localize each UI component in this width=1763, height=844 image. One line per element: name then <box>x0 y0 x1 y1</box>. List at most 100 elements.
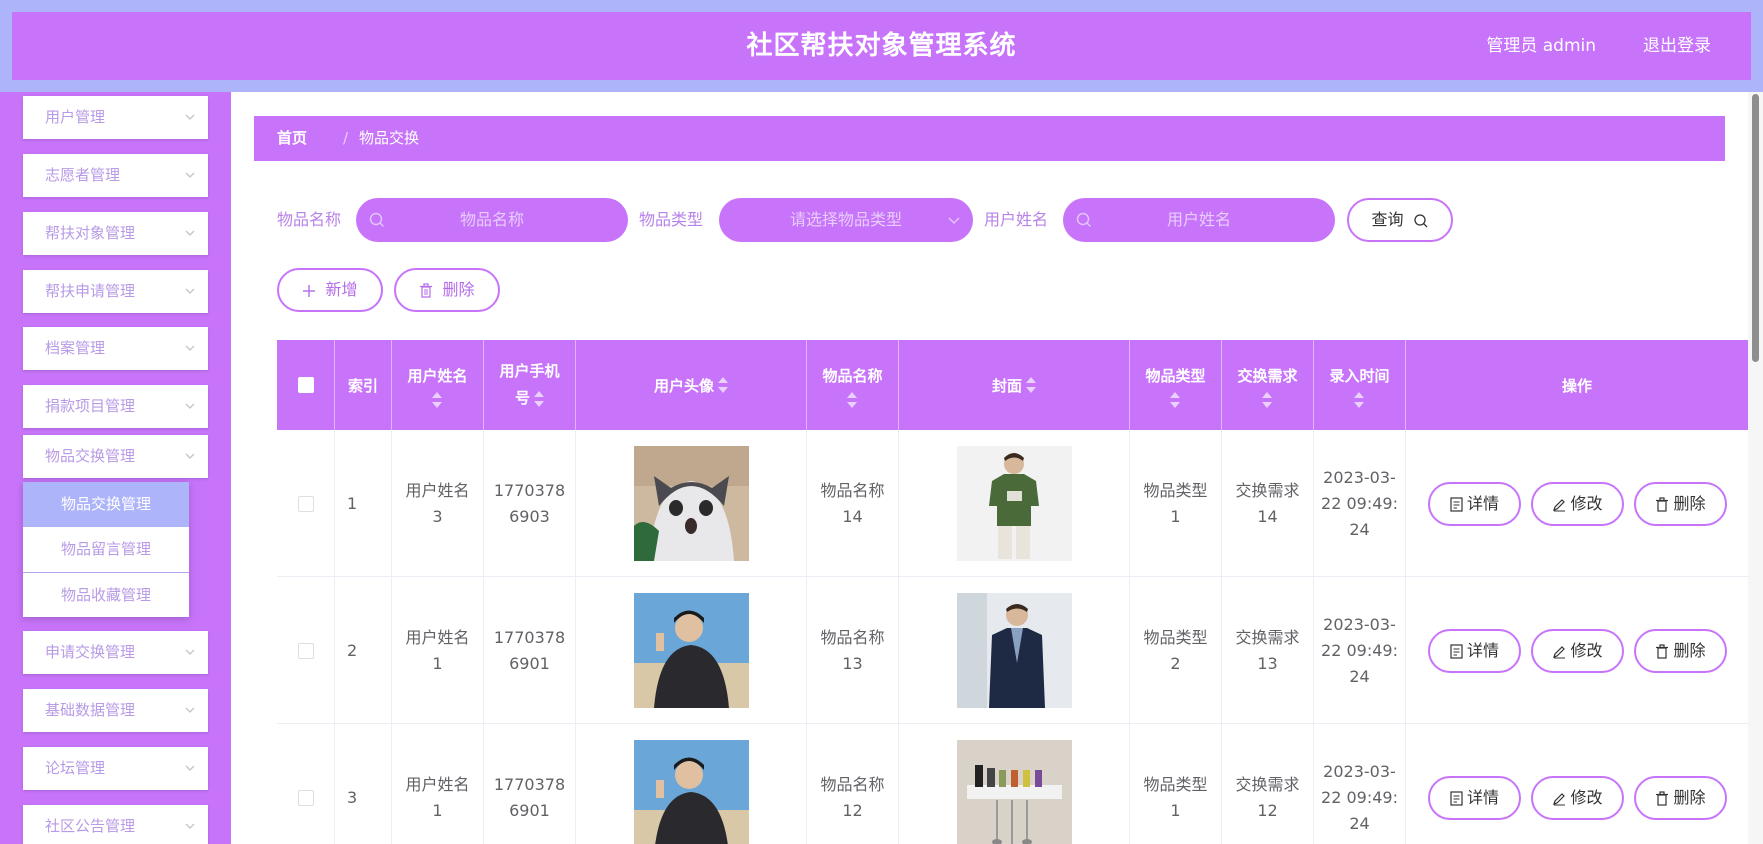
sort-icon[interactable] <box>1170 391 1181 408</box>
sort-icon[interactable] <box>432 391 443 408</box>
cover-cell <box>899 724 1130 844</box>
header-item-type[interactable]: 物品类型 <box>1130 340 1222 430</box>
header-actions-label: 操作 <box>1561 376 1592 395</box>
avatar-cat-image[interactable] <box>633 446 749 561</box>
item-name-input[interactable]: 物品名称 <box>356 198 628 242</box>
header-username[interactable]: 用户姓名 <box>392 340 484 430</box>
edit-icon <box>1553 645 1566 658</box>
avatar-man-image[interactable] <box>633 740 749 844</box>
exchange-cell: 交换需求 12 <box>1222 724 1314 844</box>
item-name-b: 13 <box>842 653 863 673</box>
detail-label: 详情 <box>1466 641 1499 660</box>
user-name-label: 用户姓名 <box>984 210 1049 229</box>
item-name-b: 12 <box>842 800 863 820</box>
edit-button[interactable]: 修改 <box>1531 482 1624 526</box>
sidebar-item-aid-targets[interactable]: 帮扶对象管理 <box>23 212 208 255</box>
cover-rack-image[interactable] <box>956 740 1072 844</box>
cover-tshirt-image[interactable] <box>956 446 1072 561</box>
scrollbar-thumb[interactable] <box>1752 94 1759 362</box>
detail-button[interactable]: 详情 <box>1428 482 1521 526</box>
user-name-placeholder: 用户姓名 <box>1166 210 1231 229</box>
header-phone[interactable]: 用户手机号 <box>484 340 576 430</box>
sidebar-item-announcements[interactable]: 社区公告管理 <box>23 805 208 844</box>
row-delete-button[interactable]: 删除 <box>1634 482 1727 526</box>
detail-button[interactable]: 详情 <box>1428 776 1521 820</box>
sidebar-item-users[interactable]: 用户管理 <box>23 96 208 139</box>
phone-cell: 1770378 6901 <box>484 724 576 844</box>
header-avatar-label: 用户头像 <box>653 376 714 395</box>
sidebar-item-exchange-requests[interactable]: 申请交换管理 <box>23 631 208 674</box>
document-icon <box>1450 791 1463 806</box>
sidebar-item-item-exchange[interactable]: 物品交换管理 <box>23 435 208 478</box>
chevron-down-icon <box>185 823 195 829</box>
exchange-a: 交换需求 <box>1235 627 1300 647</box>
header-time[interactable]: 录入时间 <box>1314 340 1406 430</box>
sort-icon[interactable] <box>1026 377 1036 393</box>
search-filters: 物品名称 物品名称 物品类型 请选择物品类型 用户姓名 用户姓名 查询 <box>231 197 1748 243</box>
header-cover[interactable]: 封面 <box>899 340 1130 430</box>
header-exchange[interactable]: 交换需求 <box>1222 340 1314 430</box>
sort-icon[interactable] <box>534 390 544 407</box>
index-cell: 1 <box>335 430 392 577</box>
row-checkbox[interactable] <box>297 789 314 806</box>
edit-button[interactable]: 修改 <box>1531 776 1624 820</box>
sidebar-item-aid-requests[interactable]: 帮扶申请管理 <box>23 270 208 313</box>
sort-icon[interactable] <box>847 391 858 408</box>
item-type-b: 2 <box>1170 653 1181 673</box>
user-name-input[interactable]: 用户姓名 <box>1063 198 1335 242</box>
header-frame: 社区帮扶对象管理系统 管理员 admin 退出登录 <box>0 0 1763 92</box>
chevron-down-icon <box>185 765 195 771</box>
item-type-a: 物品类型 <box>1143 627 1208 647</box>
detail-button[interactable]: 详情 <box>1428 629 1521 673</box>
time-b: 22 09:49: <box>1321 640 1398 660</box>
exchange-cell: 交换需求 14 <box>1222 430 1314 577</box>
header-avatar[interactable]: 用户头像 <box>576 340 807 430</box>
header-select-all[interactable] <box>277 340 335 430</box>
submenu-item-exchange-manage[interactable]: 物品交换管理 <box>23 482 189 527</box>
page-scrollbar[interactable] <box>1748 92 1763 844</box>
time-c: 24 <box>1349 519 1370 539</box>
edit-icon <box>1553 498 1566 511</box>
header-item-name-label: 物品名称 <box>822 366 883 385</box>
header-phone-label-a: 用户手机 <box>499 362 560 380</box>
breadcrumb-home[interactable]: 首页 <box>277 116 307 161</box>
actions-cell: 详情 修改 删除 <box>1406 724 1748 844</box>
sort-icon[interactable] <box>1262 391 1273 408</box>
logout-link[interactable]: 退出登录 <box>1643 12 1711 80</box>
sidebar-item-donations[interactable]: 捐款项目管理 <box>23 385 208 428</box>
delete-button[interactable]: 删除 <box>394 268 500 312</box>
item-name-label: 物品名称 <box>277 210 342 229</box>
delete-button-label: 删除 <box>442 280 475 299</box>
submenu-item-messages[interactable]: 物品留言管理 <box>23 527 189 572</box>
item-type-a: 物品类型 <box>1143 774 1208 794</box>
username-a: 用户姓名 <box>405 480 470 500</box>
sidebar-item-base-data[interactable]: 基础数据管理 <box>23 689 208 732</box>
query-button[interactable]: 查询 <box>1347 198 1453 242</box>
time-a: 2023-03- <box>1323 761 1396 781</box>
item-type-select[interactable]: 请选择物品类型 <box>719 198 973 242</box>
row-delete-button[interactable]: 删除 <box>1634 629 1727 673</box>
submenu-item-favorites[interactable]: 物品收藏管理 <box>23 572 189 617</box>
sort-icon[interactable] <box>1354 391 1365 408</box>
row-checkbox[interactable] <box>297 642 314 659</box>
search-icon <box>1413 213 1428 227</box>
row-checkbox[interactable] <box>297 495 314 512</box>
edit-label: 修改 <box>1570 494 1603 513</box>
avatar-man-image[interactable] <box>633 593 749 708</box>
cover-jacket-image[interactable] <box>956 593 1072 708</box>
detail-label: 详情 <box>1466 788 1499 807</box>
plus-icon <box>303 284 316 297</box>
item-exchange-table: 索引 用户姓名 用户手机号 用户头像 物品名称 封面 物品类型 交换需求 录入时… <box>277 340 1748 844</box>
sidebar-item-forum[interactable]: 论坛管理 <box>23 747 208 790</box>
document-icon <box>1450 497 1463 512</box>
sort-icon[interactable] <box>718 377 728 393</box>
header-item-name[interactable]: 物品名称 <box>807 340 899 430</box>
document-icon <box>1450 644 1463 659</box>
select-all-checkbox[interactable] <box>297 377 314 393</box>
add-button[interactable]: 新增 <box>277 268 383 312</box>
row-delete-button[interactable]: 删除 <box>1634 776 1727 820</box>
sidebar-item-archives[interactable]: 档案管理 <box>23 327 208 370</box>
sidebar-item-volunteers[interactable]: 志愿者管理 <box>23 154 208 197</box>
header-phone-label-b: 号 <box>514 389 530 407</box>
edit-button[interactable]: 修改 <box>1531 629 1624 673</box>
